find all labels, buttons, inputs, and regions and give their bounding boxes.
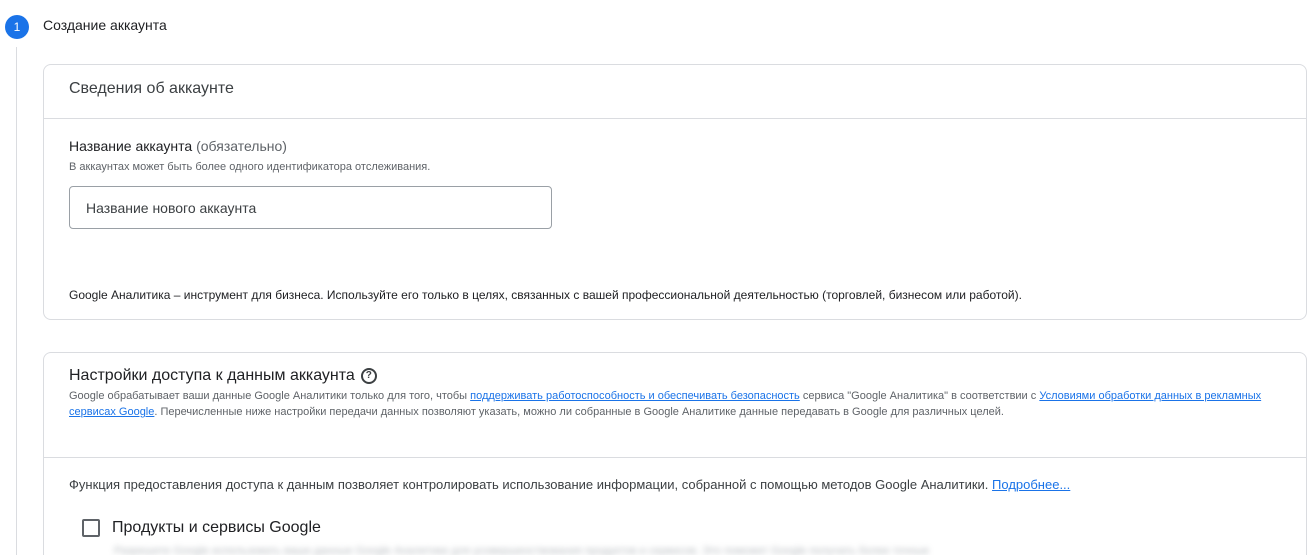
account-name-label: Название аккаунта (обязательно) bbox=[69, 138, 287, 154]
google-products-description: Разрешите Google использовать ваши данны… bbox=[114, 545, 930, 555]
step-connector-line bbox=[16, 47, 17, 555]
intro-text: Функция предоставления доступа к данным … bbox=[69, 477, 993, 492]
data-sharing-title-row: Настройки доступа к данным аккаунта ? bbox=[69, 367, 1281, 385]
data-sharing-description: Google обрабатывает ваши данные Google А… bbox=[69, 388, 1279, 420]
account-details-title: Сведения об аккаунте bbox=[69, 80, 234, 97]
page: 1 Создание аккаунта Сведения об аккаунте… bbox=[0, 0, 1314, 555]
google-products-label: Продукты и сервисы Google bbox=[112, 519, 321, 536]
step-number-badge: 1 bbox=[5, 15, 29, 39]
google-products-checkbox[interactable] bbox=[82, 519, 100, 537]
learn-more-link[interactable]: Подробнее... bbox=[992, 477, 1070, 492]
data-sharing-card: Настройки доступа к данным аккаунта ? Go… bbox=[43, 352, 1307, 555]
required-marker: (обязательно) bbox=[196, 138, 287, 154]
desc-text-3: . Перечисленные ниже настройки передачи … bbox=[154, 406, 1004, 418]
data-sharing-title: Настройки доступа к данным аккаунта bbox=[69, 367, 355, 384]
option-google-products[interactable]: Продукты и сервисы Google bbox=[82, 519, 321, 537]
account-details-header: Сведения об аккаунте bbox=[44, 65, 1306, 119]
desc-text-2: сервиса "Google Аналитика" в соответстви… bbox=[799, 390, 1040, 402]
account-name-hint: В аккаунтах может быть более одного иден… bbox=[69, 161, 431, 173]
data-sharing-intro: Функция предоставления доступа к данным … bbox=[69, 477, 1070, 492]
account-name-input[interactable] bbox=[69, 186, 552, 229]
security-link[interactable]: поддерживать работоспособность и обеспеч… bbox=[470, 390, 800, 402]
business-use-notice: Google Аналитика – инструмент для бизнес… bbox=[69, 288, 1022, 302]
help-circle-icon[interactable]: ? bbox=[360, 368, 377, 384]
step-title: Создание аккаунта bbox=[43, 17, 167, 33]
desc-text-1: Google обрабатывает ваши данные Google А… bbox=[69, 390, 471, 402]
account-name-label-text: Название аккаунта bbox=[69, 138, 193, 154]
account-details-card: Сведения об аккаунте Название аккаунта (… bbox=[43, 64, 1307, 320]
data-sharing-header: Настройки доступа к данным аккаунта ? Go… bbox=[44, 353, 1306, 458]
